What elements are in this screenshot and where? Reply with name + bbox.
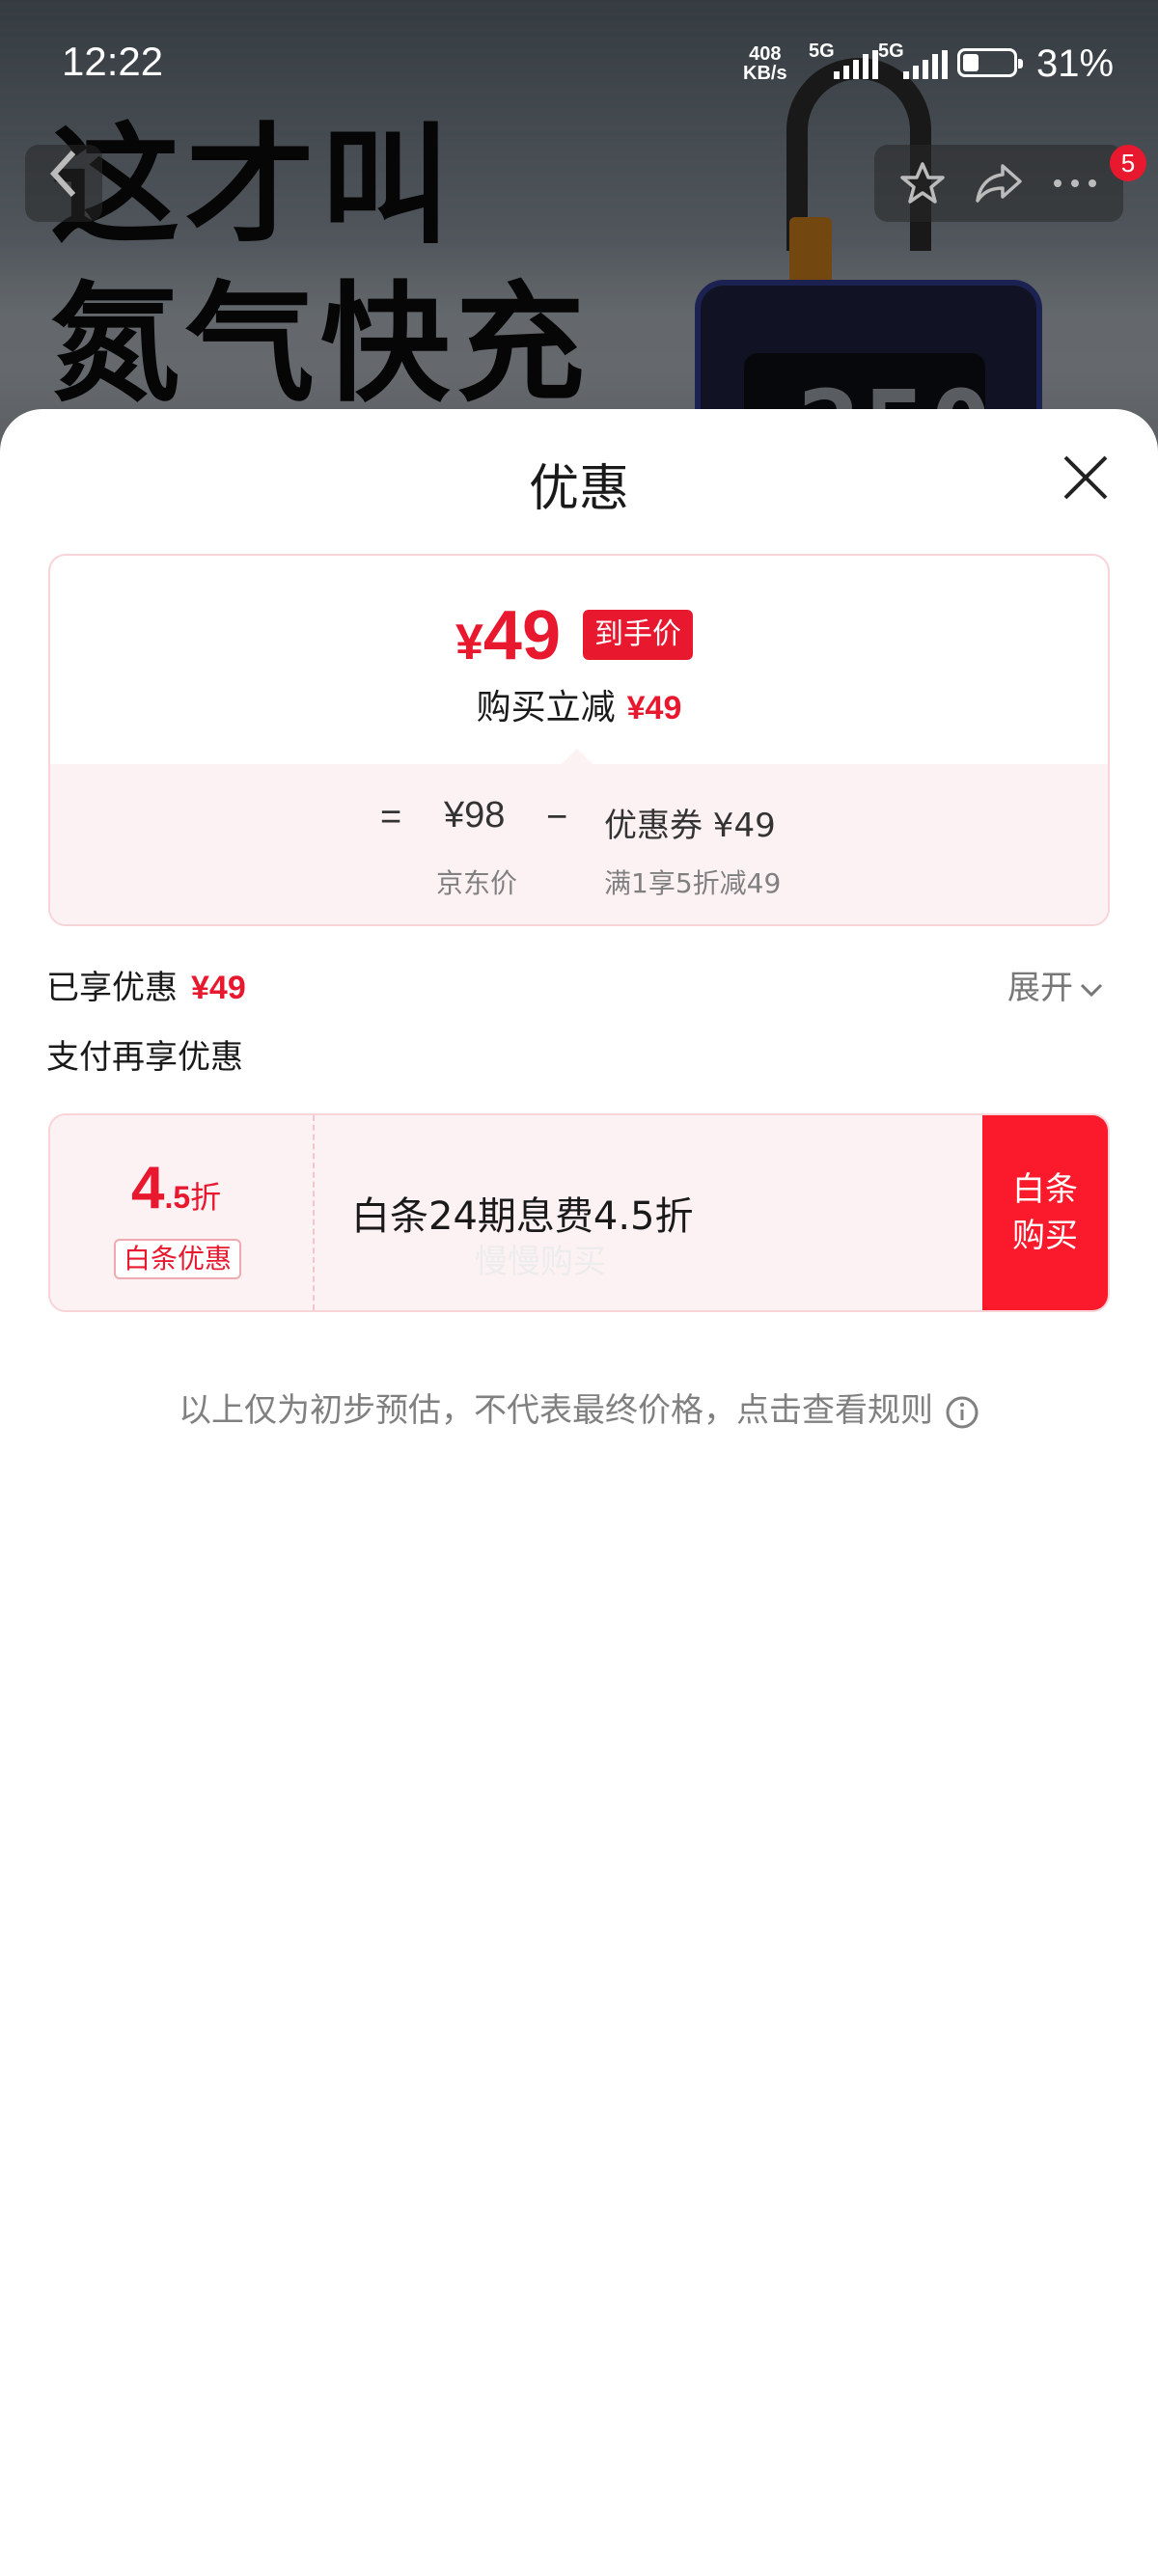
final-price-tag: 到手价 xyxy=(583,610,693,660)
reduction-value: ¥49 xyxy=(626,690,682,726)
status-time: 12:22 xyxy=(62,39,164,84)
share-button[interactable] xyxy=(970,154,1028,212)
back-icon xyxy=(49,150,76,198)
sim2-label: 5G xyxy=(878,41,904,62)
status-bar: 12:22 408 KB/s 5G 5G 31% xyxy=(0,0,1158,129)
header-actions xyxy=(874,145,1123,222)
close-icon xyxy=(1063,455,1108,500)
sheet-title: 优惠 xyxy=(528,460,629,518)
signal-sim1: 5G xyxy=(809,41,886,79)
more-button[interactable] xyxy=(1046,154,1104,212)
coupon-condition: 满1享5折减49 xyxy=(604,867,782,899)
baitiao-chip: 白条优惠 xyxy=(114,1239,242,1279)
back-button[interactable] xyxy=(25,145,102,222)
baitiao-description: 白条24期息费4.5折 xyxy=(351,1194,694,1239)
star-icon xyxy=(899,162,945,204)
expand-toggle[interactable]: 展开 xyxy=(1007,961,1104,1008)
net-speed-value: 408 xyxy=(749,43,782,65)
net-speed: 408 KB/s xyxy=(743,44,787,83)
share-icon xyxy=(976,164,1022,203)
jd-price-label: 京东价 xyxy=(436,867,518,899)
discount-unit: 折 xyxy=(190,1179,222,1216)
notification-badge: 5 xyxy=(1110,145,1146,181)
discount-decimal: .5 xyxy=(164,1180,191,1215)
battery-icon xyxy=(957,48,1023,77)
final-price-value: 49 xyxy=(482,597,562,674)
signal-bars-icon xyxy=(834,50,878,79)
price-breakdown-card: ¥49 到手价 购买立减 ¥49 = ¥98 − 优惠券 ¥49 京东价 满1享5… xyxy=(48,554,1110,926)
info-icon xyxy=(946,1396,979,1428)
currency-symbol: ¥ xyxy=(455,615,483,671)
minus-sign: − xyxy=(546,797,568,837)
expand-label: 展开 xyxy=(1007,969,1073,1007)
baitiao-offer-card[interactable]: 4.5折 白条优惠 白条24期息费4.5折 慢慢购买 白条 购买 xyxy=(48,1113,1110,1312)
favorite-button[interactable] xyxy=(894,154,951,212)
more-icon xyxy=(1054,179,1097,187)
buy-label-line2: 购买 xyxy=(1012,1217,1078,1255)
price-formula xyxy=(50,764,1108,924)
instant-reduction: 购买立减 ¥49 xyxy=(50,679,1108,729)
rules-note[interactable]: 以上仅为初步预估，不代表最终价格，点击查看规则 xyxy=(0,1384,1158,1431)
enjoyed-label: 已享优惠 xyxy=(46,969,178,1007)
baitiao-discount: 4.5折 xyxy=(131,1154,221,1222)
final-price: ¥49 xyxy=(455,596,561,675)
signal-sim2: 5G xyxy=(878,41,955,79)
enjoyed-discount: 已享优惠 ¥49 xyxy=(46,961,246,1008)
coupon-amount: 优惠券 ¥49 xyxy=(604,807,776,845)
watermark-text: 慢慢购买 xyxy=(475,1243,606,1281)
rules-note-text: 以上仅为初步预估，不代表最终价格，点击查看规则 xyxy=(179,1391,933,1430)
chevron-down-icon xyxy=(1080,983,1103,997)
sim1-label: 5G xyxy=(809,41,835,62)
equals-sign: = xyxy=(380,797,402,837)
baitiao-discount-box: 4.5折 白条优惠 xyxy=(50,1115,315,1310)
reduction-label: 购买立减 xyxy=(476,688,616,727)
signal-bars-icon xyxy=(903,50,948,79)
baitiao-buy-button[interactable]: 白条 购买 xyxy=(982,1115,1108,1310)
jd-price: ¥98 xyxy=(444,795,506,836)
pointer-notch xyxy=(562,749,593,764)
pay-more-discount-heading: 支付再享优惠 xyxy=(46,1038,243,1077)
close-button[interactable] xyxy=(1060,452,1112,504)
net-speed-unit: KB/s xyxy=(743,63,787,84)
battery-fill xyxy=(963,54,979,71)
discount-integer: 4 xyxy=(131,1155,165,1221)
final-price-section: ¥49 到手价 购买立减 ¥49 xyxy=(50,556,1108,764)
discount-sheet: 优惠 ¥49 到手价 购买立减 ¥49 = ¥98 − 优惠券 ¥49 京东价 满… xyxy=(0,409,1158,2576)
battery-percent: 31% xyxy=(1036,42,1115,85)
enjoyed-value: ¥49 xyxy=(191,970,246,1006)
buy-label-line1: 白条 xyxy=(1012,1170,1078,1209)
